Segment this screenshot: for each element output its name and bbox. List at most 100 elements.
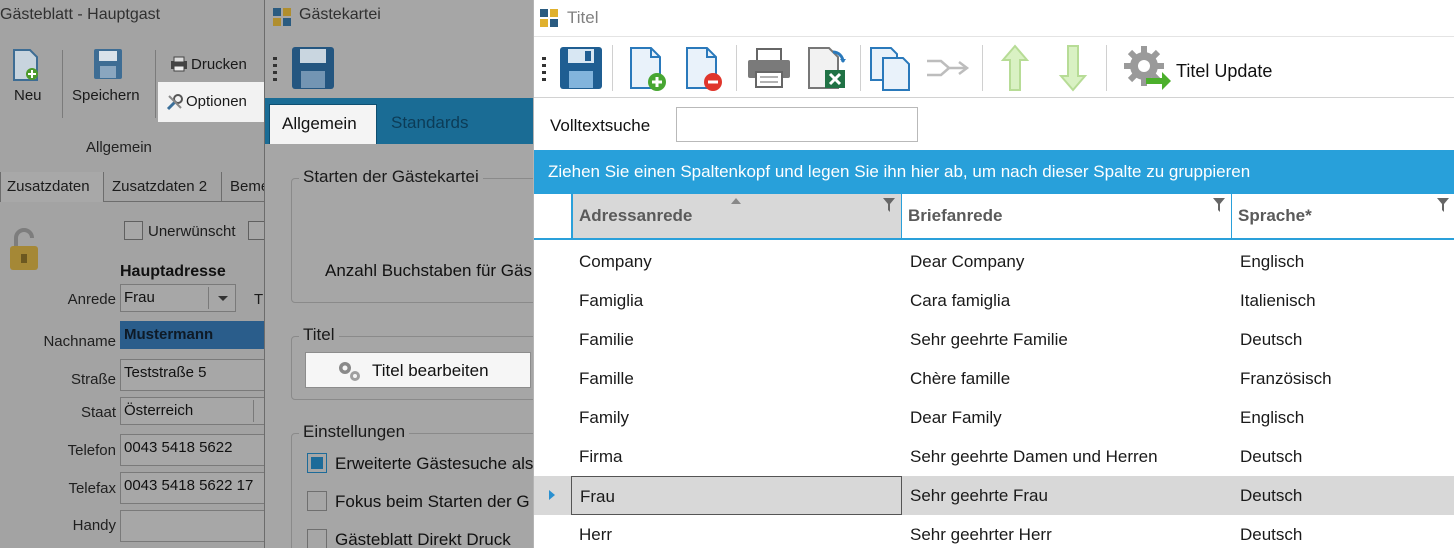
cell-briefanrede[interactable]: Sehr geehrter Herr xyxy=(902,515,1232,548)
cell-briefanrede[interactable]: Chère famille xyxy=(902,359,1232,398)
cell-briefanrede[interactable]: Sehr geehrte Familie xyxy=(902,320,1232,359)
toolbar-separator xyxy=(982,45,983,91)
toolbar-separator xyxy=(1106,45,1107,91)
neu-button[interactable]: Neu xyxy=(14,87,42,104)
gaesteblatt-direkt-druck-checkbox[interactable] xyxy=(307,529,327,548)
group-by-drop-area[interactable]: Ziehen Sie einen Spaltenkopf und legen S… xyxy=(534,150,1454,194)
titel-toolbar: Titel Update xyxy=(534,36,1454,98)
table-row[interactable]: Herr Sehr geehrter Herr Deutsch xyxy=(534,515,1454,548)
cell-sprache[interactable]: Deutsch xyxy=(1232,320,1454,359)
cell-adressanrede[interactable]: Famille xyxy=(571,359,902,398)
strasse-field[interactable]: Teststraße 5 xyxy=(120,359,270,391)
volltextsuche-input[interactable] xyxy=(676,107,918,142)
lock-open-icon xyxy=(8,228,40,277)
erweiterte-gaestesuche-checkbox[interactable] xyxy=(307,453,327,473)
cell-sprache[interactable]: Deutsch xyxy=(1232,437,1454,476)
volltextsuche-label: Volltextsuche xyxy=(550,116,651,135)
anrede-select[interactable]: Frau xyxy=(120,284,236,312)
table-row[interactable]: Famiglia Cara famiglia Italienisch xyxy=(534,281,1454,320)
cell-briefanrede[interactable]: Dear Family xyxy=(902,398,1232,437)
titel-grid: Adressanrede Briefanrede Sprache* Compan… xyxy=(534,194,1454,548)
cell-sprache[interactable]: Englisch xyxy=(1232,398,1454,437)
add-document-icon[interactable] xyxy=(622,43,672,93)
telefax-field[interactable]: 0043 5418 5622 17 xyxy=(120,472,270,504)
cell-sprache[interactable]: Deutsch xyxy=(1232,476,1454,515)
tab-standards[interactable]: Standards xyxy=(391,113,469,133)
gears-icon xyxy=(336,359,362,388)
copy-document-icon[interactable] xyxy=(866,43,916,93)
unerwuenscht-checkbox[interactable] xyxy=(124,221,143,240)
cell-sprache[interactable]: Englisch xyxy=(1232,242,1454,281)
cell-briefanrede[interactable]: Sehr geehrte Frau xyxy=(902,476,1232,515)
cell-adressanrede[interactable]: Herr xyxy=(571,515,902,548)
starten-group xyxy=(291,178,544,303)
unerwuenscht-label: Unerwünscht xyxy=(148,223,236,240)
cell-sprache[interactable]: Deutsch xyxy=(1232,515,1454,548)
speichern-button[interactable]: Speichern xyxy=(72,87,140,104)
cell-briefanrede[interactable]: Dear Company xyxy=(902,242,1232,281)
column-header-label: Sprache* xyxy=(1238,206,1312,225)
drucken-button[interactable]: Drucken xyxy=(191,56,247,73)
anzahl-buchstaben-label: Anzahl Buchstaben für Gäs xyxy=(325,261,532,280)
save-icon[interactable] xyxy=(291,46,335,95)
ribbon-separator xyxy=(155,50,156,118)
staat-select[interactable]: Österreich xyxy=(120,397,270,425)
tab-zusatzdaten[interactable]: Zusatzdaten xyxy=(0,172,104,202)
table-row[interactable]: Family Dear Family Englisch xyxy=(534,398,1454,437)
excel-export-icon[interactable] xyxy=(802,43,852,93)
printer-icon[interactable] xyxy=(744,43,794,93)
titel-window: Titel Titel Update Volltextsuche Ziehen … xyxy=(533,0,1454,548)
cell-adressanrede[interactable]: Famiglia xyxy=(571,281,902,320)
titel-update-button[interactable]: Titel Update xyxy=(1176,61,1272,82)
app-logo-icon xyxy=(273,8,291,31)
column-header-adressanrede[interactable]: Adressanrede xyxy=(571,194,902,240)
gaesteblatt-window: Gästeblatt - Hauptgast Neu Speichern Dru… xyxy=(0,0,270,548)
toolbar-separator xyxy=(860,45,861,91)
tab-allgemein[interactable]: Allgemein xyxy=(269,104,377,144)
table-row[interactable]: Company Dear Company Englisch xyxy=(534,242,1454,281)
titel-bearbeiten-button[interactable]: Titel bearbeiten xyxy=(305,352,531,388)
cell-briefanrede[interactable]: Cara famiglia xyxy=(902,281,1232,320)
telefax-label: Telefax xyxy=(68,480,116,497)
telefon-field[interactable]: 0043 5418 5622 xyxy=(120,434,270,466)
save-icon[interactable] xyxy=(93,48,123,85)
cell-adressanrede[interactable]: Familie xyxy=(571,320,902,359)
nachname-field[interactable]: Mustermann xyxy=(120,321,270,349)
hauptadresse-heading: Hauptadresse xyxy=(120,263,226,280)
new-document-icon[interactable] xyxy=(10,48,46,82)
tab-zusatzdaten-2[interactable]: Zusatzdaten 2 xyxy=(106,172,222,202)
sort-ascending-icon xyxy=(731,198,741,204)
cell-briefanrede[interactable]: Sehr geehrte Damen und Herren xyxy=(902,437,1232,476)
column-header-label: Adressanrede xyxy=(579,206,693,225)
filter-funnel-icon[interactable] xyxy=(883,198,895,212)
arrow-up-icon xyxy=(990,43,1040,93)
fokus-beim-starten-checkbox[interactable] xyxy=(307,491,327,511)
cell-adressanrede[interactable]: Frau xyxy=(571,476,902,515)
starten-group-title: Starten der Gästekartei xyxy=(299,167,483,187)
table-row[interactable]: Firma Sehr geehrte Damen und Herren Deut… xyxy=(534,437,1454,476)
filter-funnel-icon[interactable] xyxy=(1437,198,1449,212)
printer-icon[interactable] xyxy=(170,56,188,77)
table-row[interactable]: Famille Chère famille Französisch xyxy=(534,359,1454,398)
cell-adressanrede[interactable]: Family xyxy=(571,398,902,437)
gaesteblatt-title: Gästeblatt - Hauptgast xyxy=(0,6,161,23)
table-row-selected[interactable]: Frau Sehr geehrte Frau Deutsch xyxy=(534,476,1454,515)
optionen-button[interactable]: Optionen xyxy=(158,82,270,122)
gaestekartei-title: Gästekartei xyxy=(299,6,381,23)
erweiterte-gaestesuche-label: Erweiterte Gästesuche als xyxy=(335,454,534,473)
row-header-corner xyxy=(534,194,571,240)
cell-sprache[interactable]: Französisch xyxy=(1232,359,1454,398)
handy-field[interactable] xyxy=(120,510,270,542)
delete-document-icon[interactable] xyxy=(678,43,728,93)
column-header-briefanrede[interactable]: Briefanrede xyxy=(902,194,1232,240)
cell-adressanrede[interactable]: Firma xyxy=(571,437,902,476)
truncated-label: T xyxy=(254,291,264,308)
save-icon[interactable] xyxy=(556,43,606,93)
cell-adressanrede[interactable]: Company xyxy=(571,242,902,281)
gear-update-icon[interactable] xyxy=(1122,43,1172,93)
current-row-indicator-icon xyxy=(549,490,555,500)
filter-funnel-icon[interactable] xyxy=(1213,198,1225,212)
cell-sprache[interactable]: Italienisch xyxy=(1232,281,1454,320)
column-header-sprache[interactable]: Sprache* xyxy=(1232,194,1454,240)
table-row[interactable]: Familie Sehr geehrte Familie Deutsch xyxy=(534,320,1454,359)
